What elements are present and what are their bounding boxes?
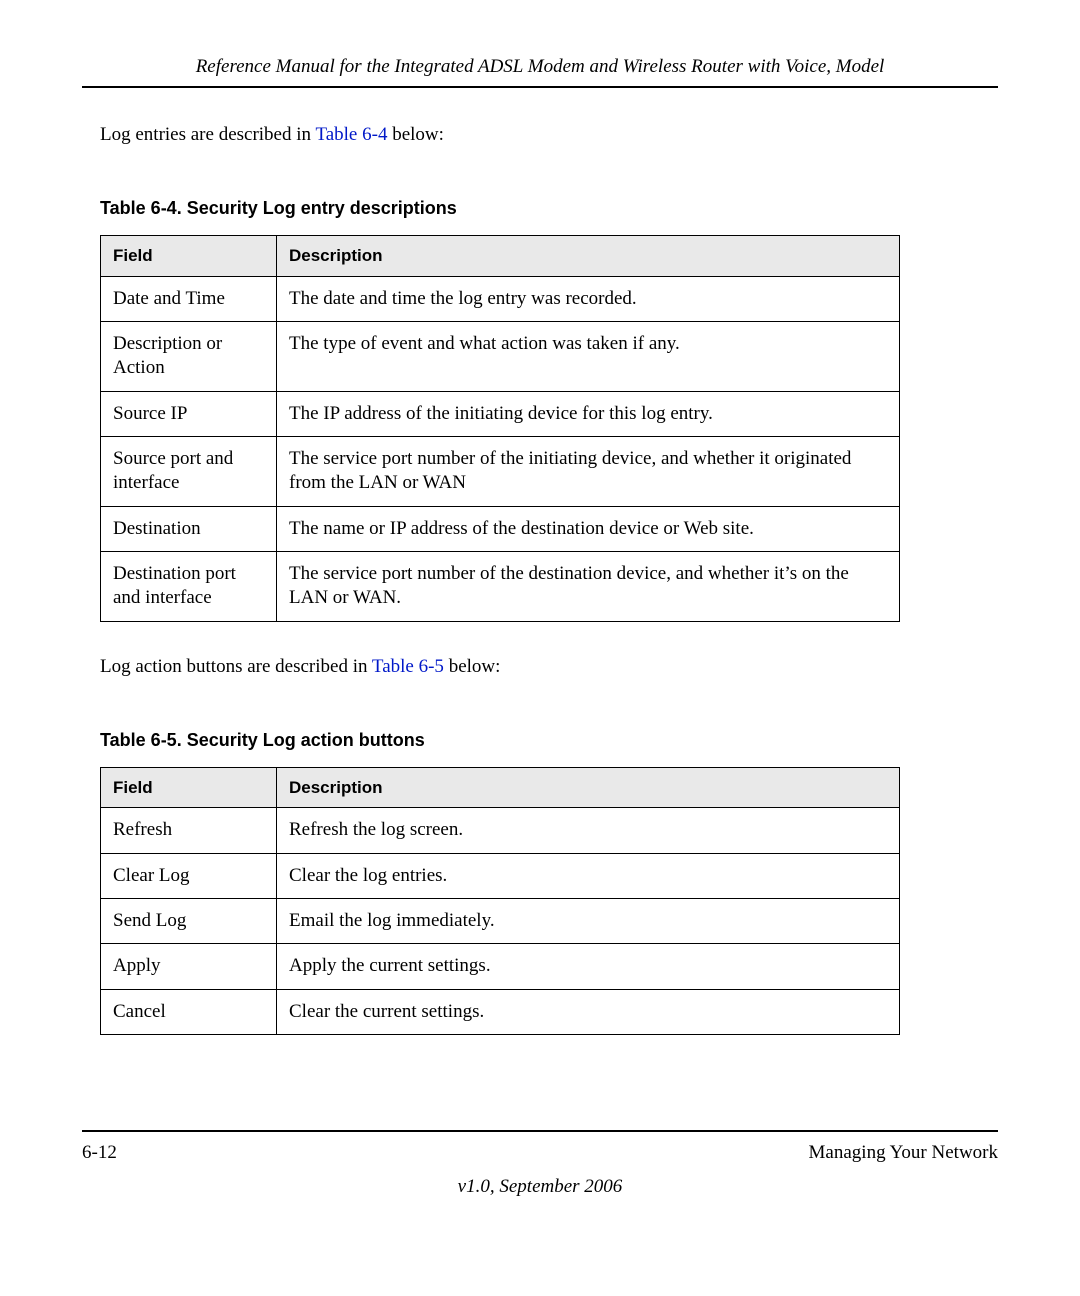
table-header-field: Field [101, 767, 277, 808]
table-row: Destination The name or IP address of th… [101, 506, 900, 551]
cell-desc: The service port number of the initiatin… [277, 437, 900, 507]
cell-field: Destination port and interface [101, 551, 277, 621]
page-header: Reference Manual for the Integrated ADSL… [82, 56, 998, 88]
intro-paragraph-2: Log action buttons are described in Tabl… [100, 656, 998, 678]
cell-field: Send Log [101, 898, 277, 943]
table-6-4: Field Description Date and Time The date… [100, 235, 900, 622]
table-row: Destination port and interface The servi… [101, 551, 900, 621]
table-row: Clear Log Clear the log entries. [101, 853, 900, 898]
table-row: Source IP The IP address of the initiati… [101, 391, 900, 436]
cell-desc: Refresh the log screen. [277, 808, 900, 853]
cell-desc: Apply the current settings. [277, 944, 900, 989]
page-footer: 6-12 Managing Your Network v1.0, Septemb… [82, 1130, 998, 1198]
cell-field: Description or Action [101, 322, 277, 392]
cell-desc: Clear the log entries. [277, 853, 900, 898]
version-string: v1.0, September 2006 [82, 1176, 998, 1198]
table-6-4-caption: Table 6-4. Security Log entry descriptio… [100, 198, 998, 219]
cell-desc: Clear the current settings. [277, 989, 900, 1034]
cell-desc: The name or IP address of the destinatio… [277, 506, 900, 551]
table-6-4-link[interactable]: Table 6-4 [315, 124, 387, 145]
page-number: 6-12 [82, 1142, 117, 1164]
cell-desc: The service port number of the destinati… [277, 551, 900, 621]
cell-desc: The IP address of the initiating device … [277, 391, 900, 436]
cell-field: Refresh [101, 808, 277, 853]
intro1-after: below: [387, 124, 443, 145]
table-6-5-caption: Table 6-5. Security Log action buttons [100, 730, 998, 751]
table-6-5-link[interactable]: Table 6-5 [372, 656, 444, 677]
cell-field: Source port and interface [101, 437, 277, 507]
table-row: Date and Time The date and time the log … [101, 276, 900, 321]
intro2-after: below: [444, 656, 500, 677]
cell-desc: The type of event and what action was ta… [277, 322, 900, 392]
table-row: Apply Apply the current settings. [101, 944, 900, 989]
table-header-description: Description [277, 767, 900, 808]
table-row: Description or Action The type of event … [101, 322, 900, 392]
cell-desc: The date and time the log entry was reco… [277, 276, 900, 321]
table-row: Refresh Refresh the log screen. [101, 808, 900, 853]
intro1-before: Log entries are described in [100, 124, 315, 145]
cell-desc: Email the log immediately. [277, 898, 900, 943]
table-header-field: Field [101, 236, 277, 277]
table-row: Source port and interface The service po… [101, 437, 900, 507]
cell-field: Clear Log [101, 853, 277, 898]
cell-field: Destination [101, 506, 277, 551]
intro2-before: Log action buttons are described in [100, 656, 372, 677]
cell-field: Apply [101, 944, 277, 989]
intro-paragraph-1: Log entries are described in Table 6-4 b… [100, 124, 998, 146]
table-header-description: Description [277, 236, 900, 277]
section-title: Managing Your Network [809, 1142, 998, 1164]
cell-field: Date and Time [101, 276, 277, 321]
cell-field: Cancel [101, 989, 277, 1034]
table-6-5: Field Description Refresh Refresh the lo… [100, 767, 900, 1035]
table-row: Cancel Clear the current settings. [101, 989, 900, 1034]
cell-field: Source IP [101, 391, 277, 436]
table-row: Send Log Email the log immediately. [101, 898, 900, 943]
